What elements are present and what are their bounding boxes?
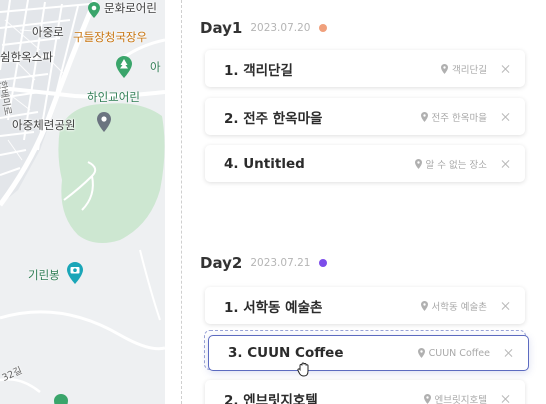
item-title: 3. CUUN Coffee [228, 345, 344, 361]
day1-item-2[interactable]: 2. 전주 한옥마을 전주 한옥마을 [205, 98, 525, 135]
remove-item-button[interactable] [501, 394, 511, 404]
pin-icon [417, 348, 425, 358]
grab-cursor-icon [297, 362, 309, 377]
map-label-girin: 기린봉 [28, 268, 60, 282]
map-label-ajung-park: 아중체련공원 [12, 118, 76, 132]
tree-pin-bottom-icon[interactable] [54, 394, 68, 404]
item-place-label: 전주 한옥마을 [431, 112, 487, 124]
item-title: 2. 전주 한옥마을 [224, 110, 323, 127]
remove-item-button[interactable] [504, 348, 514, 358]
remove-item-button[interactable] [501, 159, 511, 169]
pin-icon [420, 111, 428, 122]
pin-icon [423, 393, 431, 404]
day2-date: 2023.07.21 [250, 257, 311, 269]
day1-header: Day1 2023.07.20 [200, 19, 328, 37]
day1-item-1[interactable]: 1. 객리단길 객리단길 [205, 50, 525, 87]
item-place: CUUN Coffee [417, 347, 490, 359]
map-label-hain: 하인교어린 [87, 90, 140, 104]
item-place: 엔브릿지호텔 [423, 392, 487, 404]
pin-icon [441, 63, 449, 74]
item-place-label: 서학동 예술촌 [431, 301, 487, 313]
map-panel[interactable]: 문화로어린 아중로 구들장청국장우 쉼한옥스파 아 하인교어린 한배미로 아중체… [0, 0, 165, 404]
day2-item-1[interactable]: 1. 서학동 예술촌 서학동 예술촌 [205, 287, 525, 324]
remove-item-button[interactable] [501, 112, 511, 122]
item-title: 2. 엔브릿지호텔 [224, 392, 318, 404]
pin-icon [420, 300, 428, 311]
day1-color-dot[interactable] [319, 24, 328, 32]
day2-item-2-dragging[interactable]: 3. CUUN Coffee CUUN Coffee [208, 335, 529, 371]
item-place-label: 객리단길 [452, 64, 487, 76]
item-title: 1. 서학동 예술촌 [224, 299, 323, 316]
tree-pin-icon[interactable] [116, 56, 132, 78]
panel-divider [181, 0, 182, 404]
item-place: 알 수 없는 장소 [414, 157, 488, 171]
item-title: 1. 객리단길 [224, 62, 293, 79]
park-pin-icon[interactable] [88, 2, 100, 18]
item-place: 서학동 예술촌 [420, 299, 487, 313]
map-label-gudeul: 구들장청국장우 [73, 30, 148, 44]
remove-item-button[interactable] [501, 64, 511, 74]
day1-item-3[interactable]: 4. Untitled 알 수 없는 장소 [205, 145, 525, 182]
item-place-label: 엔브릿지호텔 [434, 394, 487, 404]
item-title: 4. Untitled [224, 155, 305, 172]
item-place-label: 알 수 없는 장소 [425, 159, 488, 171]
day2-title: Day2 [200, 254, 243, 272]
day2-item-3[interactable]: 2. 엔브릿지호텔 엔브릿지호텔 [205, 380, 525, 404]
item-place: 객리단길 [441, 62, 487, 76]
remove-item-button[interactable] [501, 301, 511, 311]
pin-icon [414, 158, 422, 169]
day1-date: 2023.07.20 [250, 22, 311, 34]
map-label-ajungro: 아중로 [32, 25, 64, 39]
day1-title: Day1 [200, 19, 243, 37]
location-pin-icon[interactable] [97, 112, 111, 132]
map-label-swimhan: 쉼한옥스파 [0, 50, 53, 64]
day2-color-dot[interactable] [319, 259, 328, 267]
item-place-label: CUUN Coffee [428, 347, 490, 359]
map-label-a: 아 [150, 60, 161, 74]
map-label-munhwa: 문화로어린 [104, 1, 157, 15]
camera-pin-icon[interactable] [67, 262, 83, 284]
item-place: 전주 한옥마을 [420, 110, 487, 124]
day2-header: Day2 2023.07.21 [200, 254, 328, 272]
